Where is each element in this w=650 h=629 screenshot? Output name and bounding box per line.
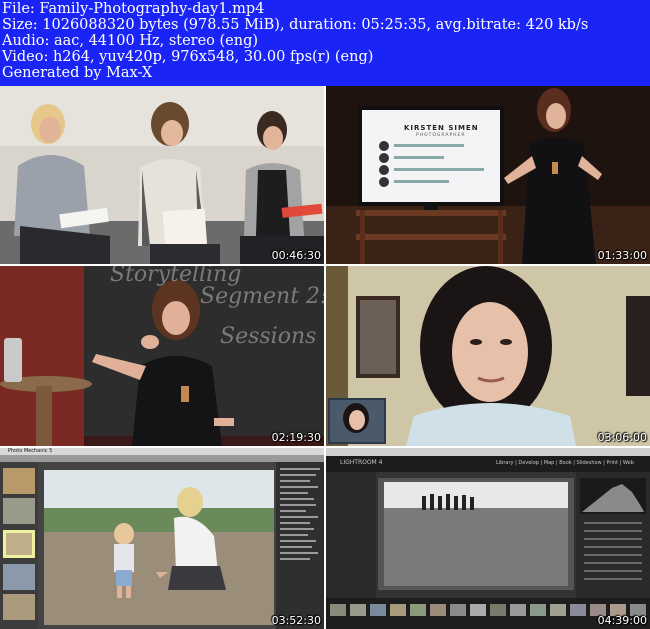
- screen-subtitle-text: PHOTOGRAPHER: [416, 133, 466, 138]
- lightroom-title: LIGHTROOM 4: [340, 459, 383, 466]
- thumbnail-1-scene: [0, 86, 324, 264]
- screen-brand-text: KIRSTEN SIMEN: [404, 124, 479, 132]
- size-duration-line: Size: 1026088320 bytes (978.55 MiB), dur…: [2, 17, 589, 33]
- thumbnail-2[interactable]: KIRSTEN SIMEN PHOTOGRAPHER 01:33:00: [326, 86, 650, 264]
- timestamp-3: 02:19:30: [271, 431, 321, 444]
- file-name-line: File: Family-Photography-day1.mp4: [2, 1, 265, 17]
- timestamp-1: 00:46:30: [271, 249, 321, 262]
- chalkboard-text-3: Sessions: [220, 324, 317, 349]
- thumbnail-2-scene: [326, 86, 650, 264]
- thumbnail-1[interactable]: 00:46:30: [0, 86, 324, 264]
- audio-info-line: Audio: aac, 44100 Hz, stereo (eng): [2, 33, 259, 49]
- thumbnail-6-scene: [326, 448, 650, 629]
- thumbnail-6[interactable]: LIGHTROOM 4 Library | Develop | Map | Bo…: [326, 448, 650, 629]
- thumbnail-4[interactable]: 03:06:00: [326, 266, 650, 446]
- timestamp-6: 04:39:00: [597, 614, 647, 627]
- lightroom-modules: Library | Develop | Map | Book | Slidesh…: [496, 460, 634, 466]
- info-header: File: Family-Photography-day1.mp4 Size: …: [0, 0, 650, 86]
- timestamp-2: 01:33:00: [597, 249, 647, 262]
- thumbnail-5-scene: [0, 448, 324, 629]
- timestamp-4: 03:06:00: [597, 431, 647, 444]
- timestamp-5: 03:52:30: [271, 614, 321, 627]
- thumbnail-5[interactable]: Photo Mechanic 5 03:52:30: [0, 448, 324, 629]
- chalkboard-text-2: Segment 2:: [200, 284, 324, 309]
- thumbnail-4-scene: [326, 266, 650, 446]
- photo-mechanic-title: Photo Mechanic 5: [8, 448, 53, 454]
- generated-by-line: Generated by Max-X: [2, 65, 153, 81]
- video-info-line: Video: h264, yuv420p, 976x548, 30.00 fps…: [2, 49, 374, 65]
- thumbnail-3[interactable]: Storytelling Segment 2: Sessions 02:19:3…: [0, 266, 324, 446]
